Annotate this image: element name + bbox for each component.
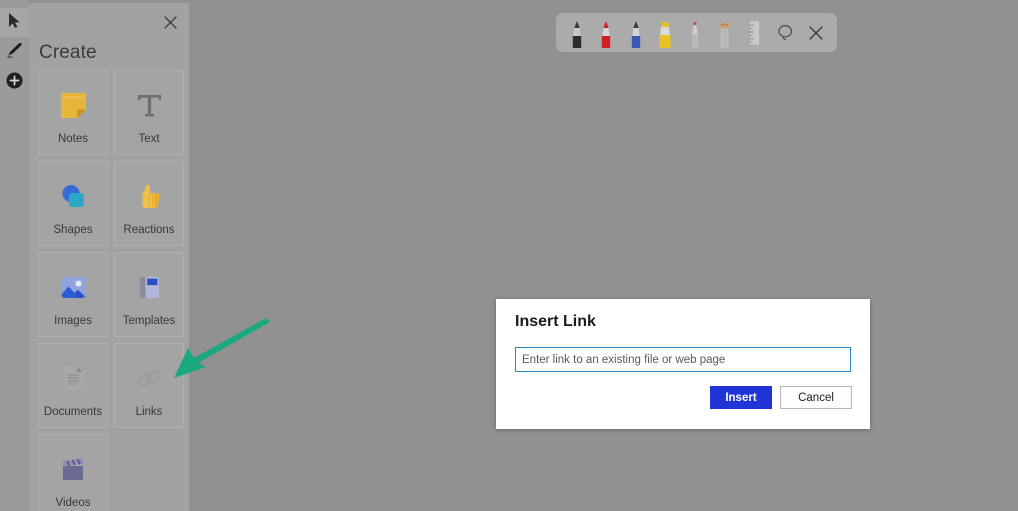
tile-label: Images — [54, 315, 92, 327]
pencil-icon — [720, 22, 729, 48]
pen-toolbar — [556, 13, 837, 52]
tile-label: Templates — [122, 315, 176, 327]
document-icon — [56, 361, 90, 395]
tile-label: Reactions — [123, 224, 175, 236]
tile-label: Notes — [57, 133, 89, 145]
pen-red[interactable] — [592, 15, 622, 51]
pencil[interactable] — [710, 15, 740, 51]
tile-reactions[interactable]: Reactions — [114, 161, 184, 246]
clapperboard-icon — [56, 452, 90, 486]
insert-button[interactable]: Insert — [710, 386, 772, 409]
pen-icon — [631, 20, 641, 48]
create-tile-grid: Notes Text Shapes Reactions Images Templ… — [38, 70, 184, 511]
pen-icon — [602, 20, 611, 48]
ruler-icon — [749, 20, 760, 45]
tile-videos[interactable]: Videos — [38, 434, 108, 511]
tile-label: Links — [135, 406, 163, 418]
create-panel: Create Notes Text Shapes Reactions Image… — [29, 3, 189, 511]
tool-pointer[interactable] — [0, 8, 29, 37]
pen-black[interactable] — [562, 15, 592, 51]
highlighter-yellow[interactable] — [651, 15, 681, 51]
dialog-title: Insert Link — [515, 313, 596, 330]
dialog-actions: Insert Cancel — [710, 386, 852, 409]
app-canvas: Create Notes Text Shapes Reactions Image… — [0, 0, 1018, 511]
left-toolbar — [0, 0, 29, 511]
tile-templates[interactable]: Templates — [114, 252, 184, 337]
link-input[interactable] — [515, 347, 851, 372]
sticky-note-icon — [56, 88, 90, 122]
tile-label: Text — [138, 133, 160, 145]
chain-link-icon — [132, 361, 166, 395]
pen-thin[interactable] — [680, 15, 710, 51]
close-icon — [163, 15, 177, 29]
pen-blue[interactable] — [621, 15, 651, 51]
page-title: Create — [39, 42, 97, 63]
tile-shapes[interactable]: Shapes — [38, 161, 108, 246]
highlighter-icon — [659, 21, 672, 48]
tile-images[interactable]: Images — [38, 252, 108, 337]
ruler-button[interactable] — [739, 15, 770, 51]
close-panel-button[interactable] — [159, 11, 181, 33]
templates-icon — [132, 270, 166, 304]
pen-icon — [572, 20, 581, 48]
pen-icon — [5, 42, 24, 64]
tool-pen[interactable] — [0, 38, 29, 67]
close-pen-toolbar-button[interactable] — [800, 15, 831, 51]
tile-label: Shapes — [53, 224, 93, 236]
tile-documents[interactable]: Documents — [38, 343, 108, 428]
tile-links[interactable]: Links — [114, 343, 184, 428]
tile-text[interactable]: Text — [114, 70, 184, 155]
cancel-button[interactable]: Cancel — [780, 386, 852, 409]
pen-icon — [691, 21, 699, 48]
close-icon — [809, 25, 823, 40]
pointer-icon — [7, 12, 22, 34]
thumbs-up-icon — [132, 179, 166, 213]
image-icon — [56, 270, 90, 304]
tile-notes[interactable]: Notes — [38, 70, 108, 155]
plus-circle-icon — [6, 72, 23, 94]
text-t-icon — [132, 88, 166, 122]
insert-link-dialog: Insert Link Insert Cancel — [496, 299, 870, 429]
lasso-select-button[interactable] — [770, 15, 801, 51]
lasso-select-icon — [778, 24, 792, 40]
tile-label: Documents — [43, 406, 103, 418]
tile-label: Videos — [55, 497, 91, 509]
tool-add[interactable] — [0, 68, 29, 97]
shapes-icon — [56, 179, 90, 213]
